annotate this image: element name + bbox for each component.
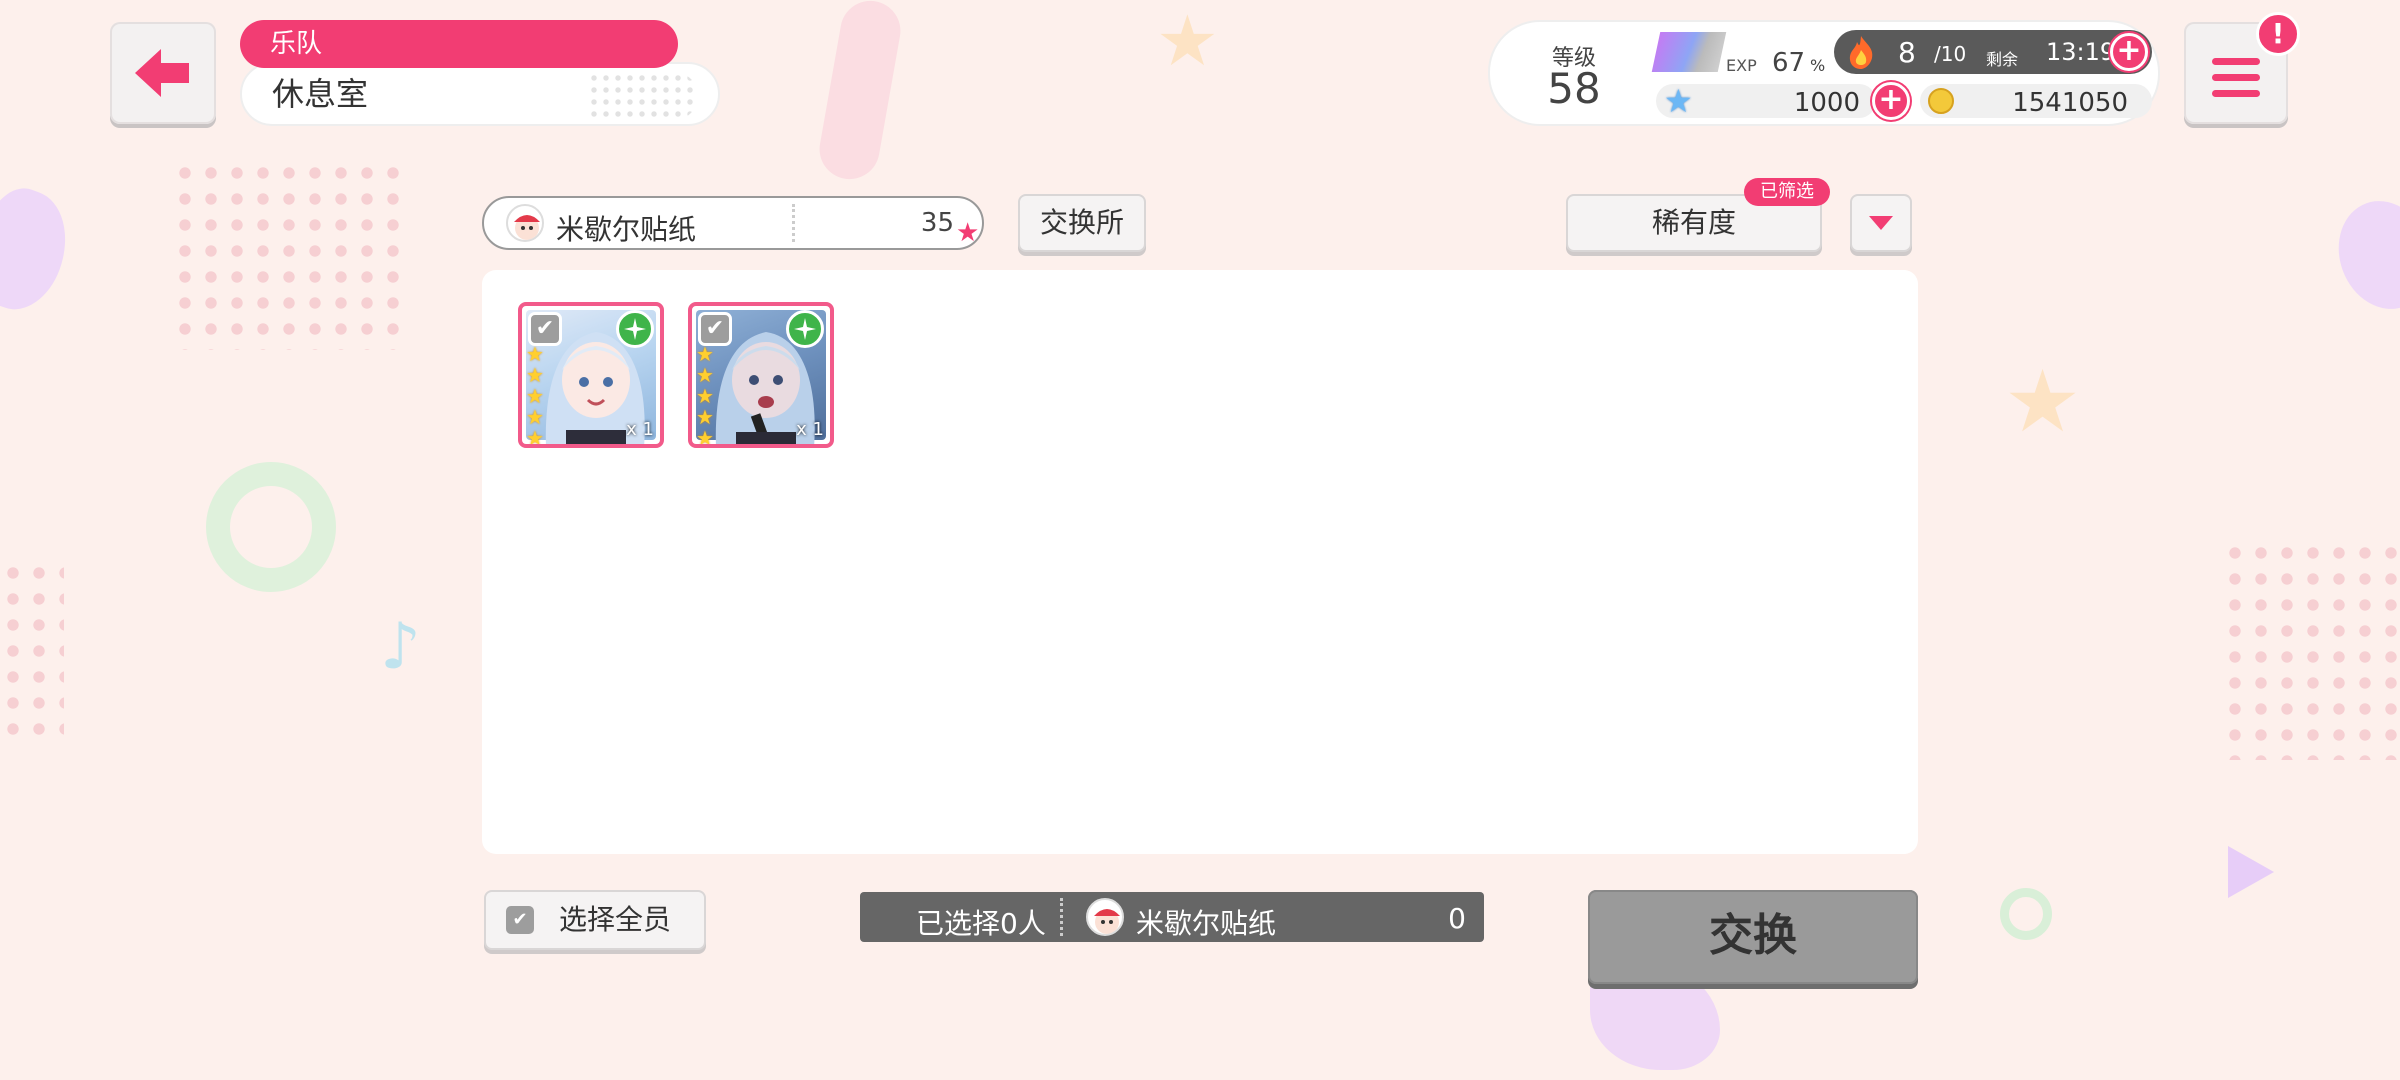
bg-star-orange: ★ (1156, 0, 1219, 82)
rarity-star-icon: ★ (696, 342, 714, 366)
bg-star-right: ★ (2004, 352, 2082, 452)
card-check-icon: ✔ (698, 312, 732, 346)
rarity-star-icon: ★ (696, 384, 714, 408)
rarity-star-icon: ★ (696, 426, 714, 448)
card-quantity: x 1 (796, 419, 824, 440)
bg-triangle-purple (2228, 846, 2274, 898)
stamina-plus-button[interactable]: + (2110, 33, 2148, 71)
stamina-value: 8 (1898, 36, 1916, 69)
bg-shape-purple-left (0, 179, 82, 321)
member-card-1[interactable]: ✔ ★ ★ ★ ★ ★ x 1 (518, 302, 664, 448)
bg-dots-right (2222, 540, 2400, 760)
bg-ring-small (2000, 888, 2052, 940)
rarity-stars: ★ ★ ★ ★ ★ (696, 342, 714, 448)
divider (792, 204, 795, 242)
exp-gauge (1651, 32, 1727, 72)
star-gem-value: 1000 (1793, 88, 1860, 118)
item-count: 35 (920, 208, 954, 238)
menu-icon (2212, 58, 2260, 65)
michelle-sticker-icon (1086, 898, 1124, 936)
exchange-shop-button[interactable]: 交换所 (1018, 194, 1146, 252)
member-card-2[interactable]: ✔ ★ ★ ★ ★ ★ x 1 (688, 302, 834, 448)
rarity-stars: ★ ★ ★ ★ ★ (526, 342, 544, 448)
triangle-down-icon (1869, 216, 1893, 230)
rarity-star-icon: ★ (696, 405, 714, 429)
summary-item-name: 米歇尔贴纸 (1136, 907, 1277, 940)
flame-icon (1846, 34, 1876, 70)
remain-label: 剩余 (1986, 50, 2019, 69)
rarity-star-icon: ★ (526, 405, 544, 429)
card-check-icon: ✔ (528, 312, 562, 346)
pure-attribute-icon (786, 310, 824, 348)
back-button[interactable] (110, 22, 216, 124)
exchange-button[interactable]: 交换 (1588, 890, 1918, 984)
remain-time: 13:19 (2046, 38, 2116, 66)
michelle-sticker-icon (506, 204, 544, 242)
checkbox-icon: ✔ (506, 906, 534, 934)
exp-value: 67 (1772, 48, 1806, 78)
filtered-badge: 已筛选 (1744, 178, 1830, 206)
rarity-star-icon: ★ (526, 426, 544, 448)
star-gem-icon: ★ (1664, 82, 1693, 120)
rarity-star-icon: ★ (526, 363, 544, 387)
bg-dots-left (172, 160, 408, 350)
bg-shape-purple-right (2323, 187, 2400, 323)
stamina-max: /10 (1934, 42, 1967, 66)
exp-label: EXP (1726, 56, 1757, 75)
level-value: 58 (1547, 64, 1601, 113)
page-title: 休息室 (240, 62, 720, 126)
selected-count-text: 已选择0人 (916, 907, 1046, 940)
exp-unit: % (1810, 56, 1826, 75)
card-quantity: x 1 (626, 419, 654, 440)
rarity-star-icon: ★ (526, 342, 544, 366)
pure-attribute-icon (616, 310, 654, 348)
section-label: 乐队 (240, 20, 678, 68)
bg-dots-far-left (0, 560, 64, 740)
sort-order-button[interactable] (1850, 194, 1912, 252)
back-arrow-icon (135, 49, 189, 97)
summary-item-total: 0 (1448, 902, 1466, 935)
bg-shape-pink-bar (814, 0, 906, 184)
alert-icon: ! (2256, 12, 2300, 56)
coin-icon (1928, 88, 1954, 114)
divider (1060, 898, 1063, 936)
coin-value: 1541050 (2012, 88, 2128, 118)
rarity-star-icon: ★ (526, 384, 544, 408)
rarity-star-icon: ★ (696, 363, 714, 387)
star-badge-icon: ★ (956, 218, 980, 248)
item-name: 米歇尔贴纸 (556, 213, 697, 246)
select-all-label: 选择全员 (558, 903, 671, 936)
select-all-button[interactable]: ✔ 选择全员 (484, 890, 706, 950)
bg-ring-green (206, 462, 336, 592)
star-gem-plus-button[interactable]: + (1872, 82, 1910, 120)
bg-note-blue: ♪ (380, 610, 421, 684)
